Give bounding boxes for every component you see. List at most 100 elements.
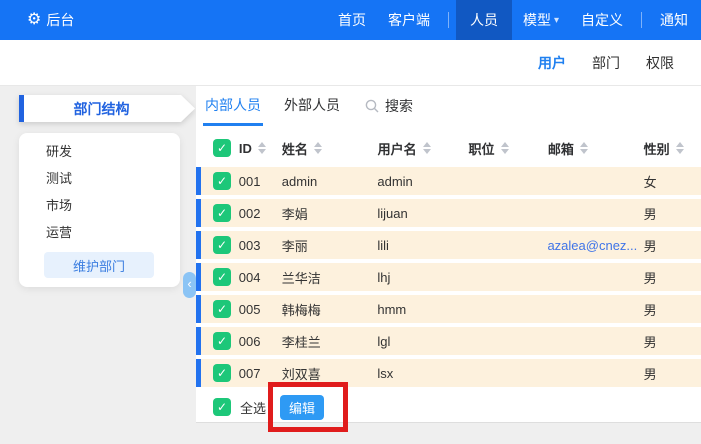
- row-checkbox[interactable]: ✓: [213, 300, 231, 318]
- nav-item-personnel[interactable]: 人员: [455, 0, 512, 40]
- cell-username: hmm: [377, 301, 407, 317]
- cell-username: lgl: [377, 333, 391, 349]
- nav-item-home[interactable]: 首页: [327, 0, 377, 40]
- nav-item-custom[interactable]: 自定义: [570, 0, 634, 40]
- column-label: 姓名: [281, 141, 308, 157]
- column-label: 用户名: [377, 141, 417, 157]
- cell-username: lsx: [377, 365, 394, 381]
- main-content: 内部人员 外部人员 搜索 ✓ ID 姓名 用户名 职位 邮箱 性别 ✓ 001 …: [196, 86, 701, 423]
- nav-item-model-label: 模型: [522, 12, 551, 28]
- search-icon: [365, 99, 379, 113]
- row-checkbox[interactable]: ✓: [213, 268, 231, 286]
- secondary-navigation: 用户 部门 权限: [0, 40, 701, 86]
- column-header-gender[interactable]: 性别: [644, 139, 701, 158]
- table-row[interactable]: ✓ 002 李娟 lijuan 男: [196, 199, 701, 227]
- cell-id: 007: [238, 365, 261, 381]
- cell-gender: 男: [643, 206, 657, 222]
- table-footer: ✓ 全选 编辑: [196, 391, 701, 422]
- column-header-email[interactable]: 邮箱: [548, 139, 644, 158]
- sidebar-item-rd[interactable]: 研发: [19, 138, 180, 165]
- tab-departments[interactable]: 部门: [579, 53, 633, 73]
- table-header: ✓ ID 姓名 用户名 职位 邮箱 性别: [196, 133, 701, 163]
- table-row[interactable]: ✓ 007 刘双喜 lsx 男: [196, 359, 701, 387]
- column-label: 性别: [643, 141, 670, 157]
- nav-item-client[interactable]: 客户端: [377, 0, 441, 40]
- cell-gender: 男: [643, 238, 657, 254]
- sidebar-title-ribbon: 部门结构: [19, 95, 195, 122]
- nav-item-model[interactable]: 模型 ▾: [512, 0, 570, 40]
- cell-username: admin: [377, 173, 413, 189]
- table-row[interactable]: ✓ 006 李桂兰 lgl 男: [196, 327, 701, 355]
- cell-name: 韩梅梅: [281, 302, 321, 318]
- sidebar-item-test[interactable]: 测试: [19, 165, 180, 192]
- chevron-left-icon: ‹: [187, 276, 192, 291]
- search-input[interactable]: 搜索: [365, 86, 413, 126]
- sort-icon[interactable]: [257, 142, 266, 154]
- sort-icon[interactable]: [675, 142, 684, 154]
- sort-icon[interactable]: [500, 142, 509, 154]
- cell-id: 004: [238, 269, 261, 285]
- table-row[interactable]: ✓ 003 李丽 lili azalea@cnez... 男: [196, 231, 701, 259]
- tab-internal-personnel[interactable]: 内部人员: [203, 86, 263, 126]
- topbar: ⚙ 后台 首页 客户端 人员 模型 ▾ 自定义 通知: [0, 0, 701, 40]
- cell-gender: 男: [643, 270, 657, 286]
- sort-icon[interactable]: [579, 142, 588, 154]
- sidebar-item-operations[interactable]: 运营: [19, 219, 180, 246]
- table-row[interactable]: ✓ 004 兰华洁 lhj 男: [196, 263, 701, 291]
- cell-name: 李桂兰: [281, 334, 321, 350]
- select-all-checkbox[interactable]: ✓: [213, 398, 231, 416]
- sort-icon[interactable]: [422, 142, 431, 154]
- cell-gender: 男: [643, 302, 657, 318]
- row-checkbox[interactable]: ✓: [213, 172, 231, 190]
- cell-id: 002: [238, 205, 261, 221]
- column-header-name[interactable]: 姓名: [282, 139, 378, 158]
- cell-username: lhj: [377, 269, 391, 285]
- cell-id: 006: [238, 333, 261, 349]
- cell-name: 李娟: [281, 206, 308, 222]
- cell-gender: 男: [643, 366, 657, 382]
- cell-gender: 男: [643, 334, 657, 350]
- search-label: 搜索: [385, 98, 413, 114]
- sort-icon[interactable]: [313, 142, 322, 154]
- cell-id: 003: [238, 237, 261, 253]
- admin-page: ⚙ 后台 首页 客户端 人员 模型 ▾ 自定义 通知 用户 部门 权限 部门结构…: [0, 0, 701, 444]
- cell-name: 刘双喜: [281, 366, 321, 382]
- cell-username: lijuan: [377, 205, 408, 221]
- header-checkbox[interactable]: ✓: [213, 139, 231, 157]
- table-row[interactable]: ✓ 005 韩梅梅 hmm 男: [196, 295, 701, 323]
- select-all-label: 全选: [240, 400, 267, 416]
- column-header-id[interactable]: ID: [239, 141, 282, 156]
- cell-name: admin: [281, 173, 318, 189]
- nav-item-notice[interactable]: 通知: [649, 0, 699, 40]
- table-row[interactable]: ✓ 001 admin admin 女: [196, 167, 701, 195]
- cell-email[interactable]: azalea@cnez...: [547, 238, 643, 253]
- sidebar-collapse-handle[interactable]: ‹: [183, 272, 196, 298]
- nav-divider: [641, 12, 642, 28]
- top-navigation: 首页 客户端 人员 模型 ▾ 自定义 通知: [327, 0, 699, 40]
- row-checkbox[interactable]: ✓: [213, 332, 231, 350]
- gear-icon: ⚙: [27, 11, 42, 28]
- cell-name: 兰华洁: [281, 270, 321, 286]
- cell-id: 005: [238, 301, 261, 317]
- column-label: 职位: [468, 141, 495, 157]
- tab-permissions[interactable]: 权限: [633, 53, 687, 73]
- edit-button[interactable]: 编辑: [280, 394, 324, 420]
- sidebar-title: 部门结构: [73, 100, 130, 117]
- department-panel: 研发 测试 市场 运营 维护部门: [19, 133, 180, 287]
- row-checkbox[interactable]: ✓: [213, 364, 231, 382]
- column-header-username[interactable]: 用户名: [378, 139, 469, 158]
- sidebar-item-market[interactable]: 市场: [19, 192, 180, 219]
- app-logo[interactable]: ⚙ 后台: [27, 0, 74, 40]
- cell-gender: 女: [643, 174, 657, 190]
- column-label: ID: [238, 140, 252, 156]
- app-title: 后台: [46, 12, 75, 28]
- tab-users[interactable]: 用户: [525, 53, 579, 73]
- caret-down-icon: ▾: [553, 14, 559, 26]
- row-checkbox[interactable]: ✓: [213, 236, 231, 254]
- row-checkbox[interactable]: ✓: [213, 204, 231, 222]
- column-header-position[interactable]: 职位: [468, 139, 547, 158]
- tab-external-personnel[interactable]: 外部人员: [282, 86, 342, 126]
- maintain-department-button[interactable]: 维护部门: [44, 252, 154, 278]
- nav-divider: [447, 12, 449, 28]
- cell-name: 李丽: [281, 238, 308, 254]
